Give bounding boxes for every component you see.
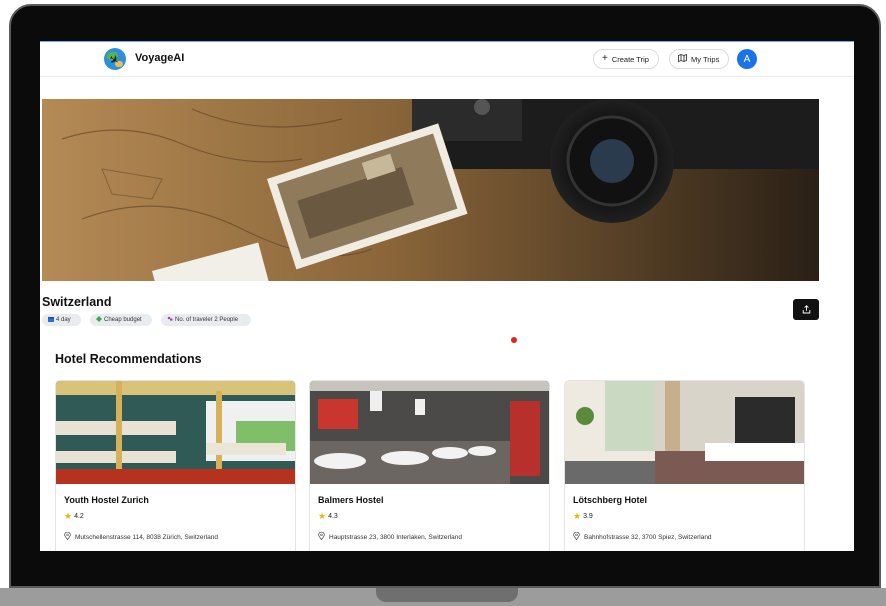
create-trip-label: Create Trip	[611, 54, 649, 64]
app-screen: ✈ VoyageAI + Create Trip My Trips A Swit…	[40, 41, 854, 551]
travelers-label: No. of traveler 2 People	[175, 317, 239, 323]
star-icon: ★	[573, 511, 582, 521]
rating-value: 3.9	[583, 513, 593, 520]
travelers-icon	[167, 316, 173, 324]
hotel-rating: ★ 4.3	[318, 512, 338, 521]
hotel-address: Bahnhofstrasse 32, 3700 Spiez, Switzerla…	[573, 531, 712, 542]
hotel-photo	[56, 381, 295, 484]
user-avatar[interactable]: A	[737, 49, 757, 69]
star-icon: ★	[318, 511, 327, 521]
travelers-chip: No. of traveler 2 People	[161, 314, 251, 326]
hotel-photo	[565, 381, 804, 484]
hotel-name: Youth Hostel Zurich	[64, 495, 149, 505]
duration-chip: 4 day	[42, 314, 81, 326]
hotel-card[interactable]: Lötschberg Hotel ★ 3.9 Bahnhofstrasse 32…	[564, 380, 805, 551]
hotels-section-title: Hotel Recommendations	[55, 352, 202, 366]
create-trip-button[interactable]: + Create Trip	[593, 49, 659, 69]
money-icon	[96, 316, 102, 324]
carousel-indicator-dot[interactable]	[511, 337, 517, 343]
destination-title: Switzerland	[42, 295, 112, 309]
top-header: ✈ VoyageAI + Create Trip My Trips A	[40, 42, 854, 77]
share-icon	[802, 301, 811, 319]
hotel-address: Mutschellenstrasse 114, 8038 Zürich, Swi…	[64, 531, 218, 542]
budget-label: Cheap budget	[104, 317, 142, 323]
plus-icon: +	[602, 53, 608, 64]
address-text: Bahnhofstrasse 32, 3700 Spiez, Switzerla…	[584, 533, 712, 541]
hotel-rating: ★ 3.9	[573, 512, 593, 521]
hotel-name: Lötschberg Hotel	[573, 495, 648, 505]
laptop-notch	[376, 588, 518, 602]
duration-label: 4 day	[56, 317, 71, 323]
globe-logo-icon[interactable]: ✈	[104, 48, 126, 70]
budget-chip: Cheap budget	[90, 314, 152, 326]
location-pin-icon	[64, 531, 71, 542]
calendar-icon	[48, 316, 54, 324]
hotel-card[interactable]: Balmers Hostel ★ 4.3 Hauptstrasse 23, 38…	[309, 380, 550, 551]
hotel-rating: ★ 4.2	[64, 512, 84, 521]
my-trips-button[interactable]: My Trips	[669, 49, 729, 69]
rating-value: 4.2	[74, 513, 84, 520]
address-text: Hauptstrasse 23, 3800 Interlaken, Switze…	[329, 533, 462, 541]
location-pin-icon	[573, 531, 580, 542]
location-pin-icon	[318, 531, 325, 542]
map-icon	[678, 53, 687, 64]
hotel-photo	[310, 381, 549, 484]
hotel-address: Hauptstrasse 23, 3800 Interlaken, Switze…	[318, 531, 462, 542]
rating-value: 4.3	[328, 513, 338, 520]
brand-name[interactable]: VoyageAI	[135, 52, 184, 64]
hotel-card[interactable]: Youth Hostel Zurich ★ 4.2 Mutschellenstr…	[55, 380, 296, 551]
address-text: Mutschellenstrasse 114, 8038 Zürich, Swi…	[75, 533, 218, 541]
hero-image	[42, 99, 819, 281]
my-trips-label: My Trips	[691, 54, 720, 64]
star-icon: ★	[64, 511, 73, 521]
share-button[interactable]	[793, 299, 819, 320]
hotel-name: Balmers Hostel	[318, 495, 384, 505]
